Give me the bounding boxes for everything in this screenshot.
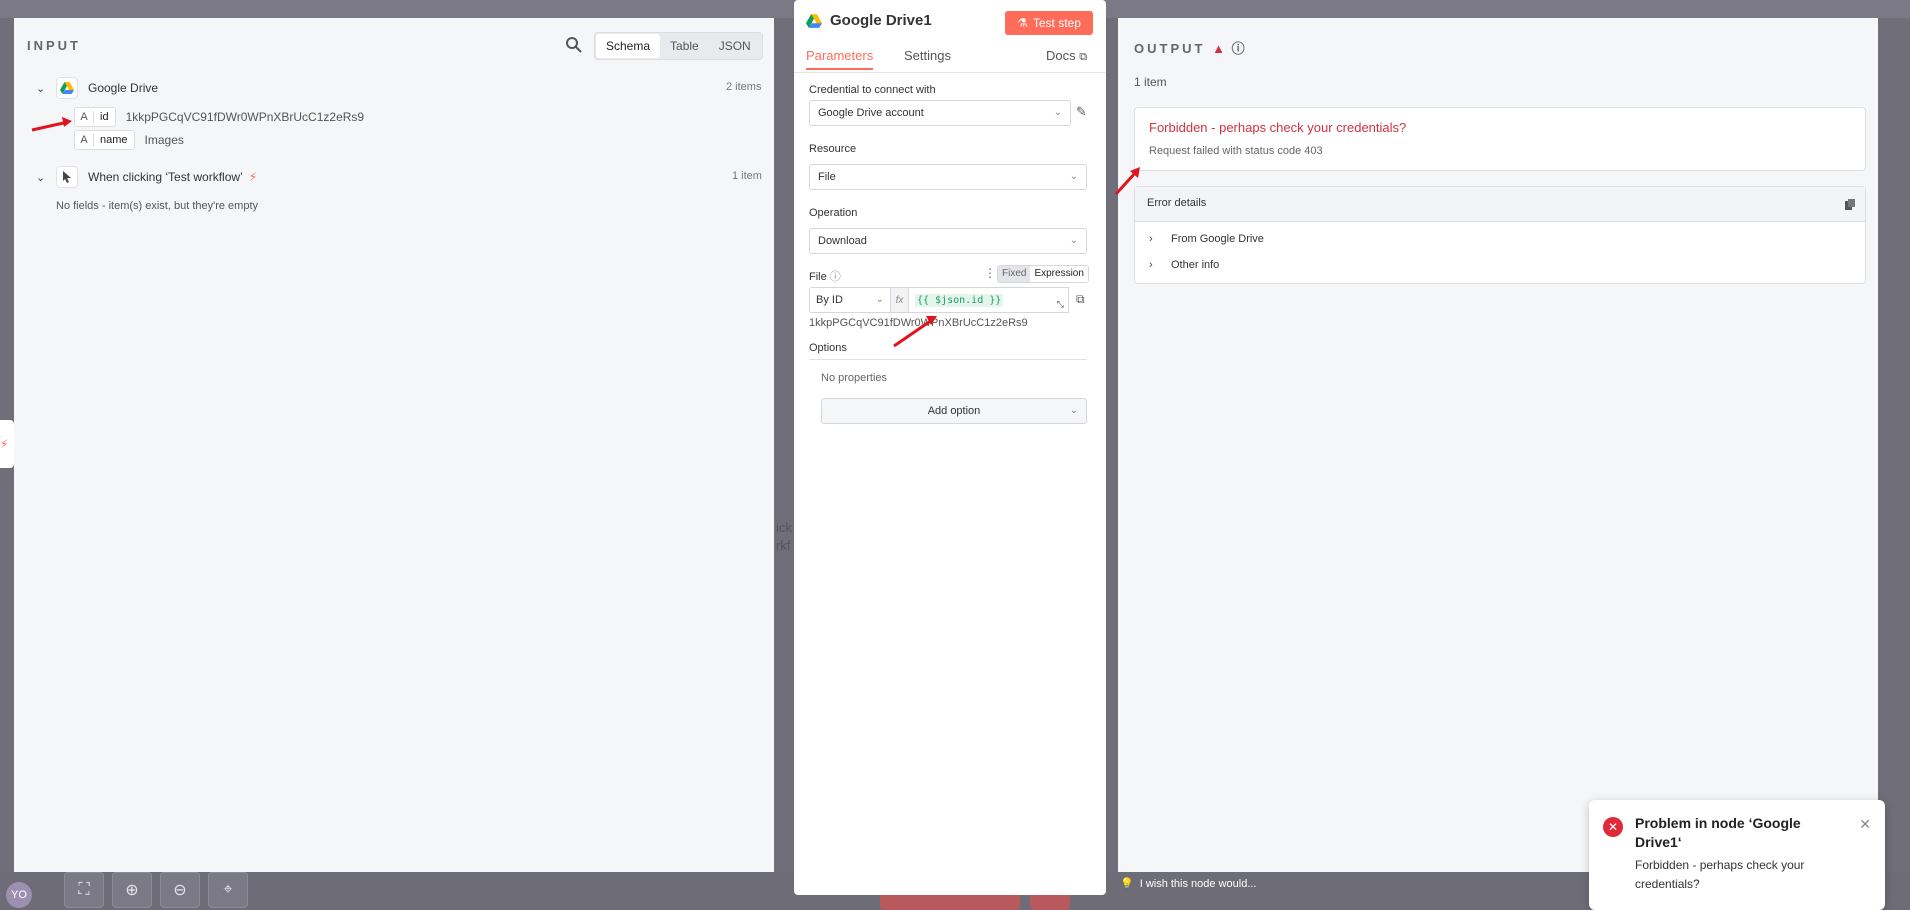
input-panel: INPUT Schema Table JSON ⌄ Google Drive 2… — [14, 18, 774, 872]
fit-view-icon[interactable]: ⛶ — [64, 872, 104, 908]
canvas-ghost-text: ick — [776, 520, 792, 535]
chevron-down-icon: ⌄ — [1069, 235, 1078, 246]
node-settings-panel: Google Drive1 ⚗ Test step Parameters Set… — [794, 0, 1106, 895]
string-type-badge: A id — [74, 107, 116, 127]
tab-parameters[interactable]: Parameters — [806, 48, 874, 70]
error-message: Request failed with status code 403 — [1149, 145, 1323, 157]
chevron-down-icon[interactable]: ⌄ — [36, 171, 48, 184]
test-step-button[interactable]: ⚗ Test step — [1005, 11, 1093, 35]
string-type-badge: A name — [74, 130, 135, 150]
credential-select[interactable]: Google Drive account ⌄ — [809, 100, 1071, 126]
close-icon[interactable]: ✕ — [1859, 816, 1871, 833]
google-drive-icon — [806, 13, 822, 28]
toast-message: Forbidden - perhaps check your credentia… — [1635, 858, 1805, 891]
schema-field-value: 1kkpPGCqVC91fDWr0WPnXBrUcC1z2eRs9 — [125, 110, 365, 124]
resource-label: Resource — [809, 143, 857, 155]
schema-field[interactable]: A id 1kkpPGCqVC91fDWr0WPnXBrUcC1z2eRs9 — [74, 107, 364, 127]
canvas-ghost-text: rkf — [776, 538, 791, 553]
copy-icon[interactable] — [1845, 199, 1855, 210]
error-details: Error details › From Google Drive › Othe… — [1134, 186, 1866, 284]
schema-field-value: Images — [144, 133, 184, 147]
tab-table[interactable]: Table — [660, 34, 709, 58]
chevron-down-icon: ⌄ — [1053, 107, 1062, 118]
tidy-up-icon[interactable]: ⌖ — [208, 872, 248, 908]
search-icon[interactable] — [564, 35, 584, 55]
node-tabs: Parameters Settings Docs ⧉ — [794, 42, 1106, 73]
empty-fields-note: No fields - item(s) exist, but they're e… — [56, 200, 258, 212]
pencil-icon[interactable]: ✎ — [1076, 104, 1087, 120]
avatar[interactable]: YO — [6, 882, 32, 908]
schema-node-count: 1 item — [732, 170, 762, 182]
details-row-other-info[interactable]: › Other info — [1149, 259, 1219, 271]
mode-expression[interactable]: Expression — [1030, 266, 1088, 282]
schema-node-name: Google Drive — [88, 81, 159, 95]
canvas-left-tab[interactable]: ⚡ — [0, 420, 14, 468]
add-option-button[interactable]: Add option ⌄ — [821, 398, 1087, 424]
file-label: File ⓘ — [809, 271, 841, 283]
schema-field[interactable]: A name Images — [74, 130, 184, 150]
error-icon: ✕ — [1603, 817, 1623, 837]
output-panel-title: OUTPUT ▲ ⓘ — [1134, 41, 1245, 56]
details-row-google-drive[interactable]: › From Google Drive — [1149, 233, 1264, 245]
lightbulb-icon: 💡 — [1120, 878, 1134, 890]
expression-result: 1kkpPGCqVC91fDWr0WPnXBrUcC1z2eRs9 — [809, 317, 1028, 329]
node-header: Google Drive1 — [806, 12, 932, 29]
tab-schema[interactable]: Schema — [596, 34, 661, 58]
chevron-right-icon: › — [1149, 259, 1153, 271]
operation-label: Operation — [809, 207, 858, 219]
schema-node-google-drive[interactable]: ⌄ Google Drive — [36, 77, 158, 99]
error-details-header: Error details — [1135, 187, 1865, 222]
more-options-icon[interactable]: ⋮ — [984, 266, 996, 280]
error-box: Forbidden - perhaps check your credentia… — [1134, 107, 1866, 171]
view-mode-tabs: Schema Table JSON — [594, 32, 763, 60]
tab-settings[interactable]: Settings — [904, 48, 951, 63]
help-icon[interactable]: ⓘ — [830, 271, 841, 283]
divider — [809, 359, 1087, 360]
error-toast: ✕ Problem in node ‘Google Drive1‘ Forbid… — [1589, 800, 1885, 910]
info-icon[interactable]: ⓘ — [1232, 41, 1245, 56]
flask-icon: ⚗ — [1017, 16, 1028, 30]
chevron-down-icon: ⌄ — [875, 294, 884, 305]
docs-link[interactable]: Docs ⧉ — [1046, 48, 1087, 64]
error-title: Forbidden - perhaps check your credentia… — [1149, 120, 1407, 135]
fx-icon: fx — [891, 287, 909, 313]
node-title[interactable]: Google Drive1 — [830, 12, 932, 29]
file-mode-select[interactable]: By ID ⌄ — [809, 287, 891, 313]
options-title: Options — [809, 342, 847, 354]
input-panel-title: INPUT — [27, 38, 81, 53]
file-id-expression-input[interactable]: {{ $json.id }} ⤡ — [909, 287, 1069, 313]
no-properties-text: No properties — [821, 372, 888, 384]
fixed-expression-toggle[interactable]: Fixed Expression — [997, 265, 1089, 283]
schema-node-name: When clicking ‘Test workflow’ — [88, 170, 243, 184]
operation-select[interactable]: Download ⌄ — [809, 228, 1087, 254]
output-items-count: 1 item — [1134, 75, 1167, 89]
output-panel: OUTPUT ▲ ⓘ 1 item Forbidden - perhaps ch… — [1118, 18, 1878, 872]
cursor-icon — [56, 166, 78, 188]
google-drive-icon — [56, 77, 78, 99]
lightning-icon: ⚡ — [248, 170, 258, 184]
tab-json[interactable]: JSON — [709, 34, 761, 58]
feedback-link[interactable]: 💡 I wish this node would... — [1120, 877, 1257, 891]
expand-icon[interactable]: ⤡ — [1057, 300, 1064, 310]
resource-select[interactable]: File ⌄ — [809, 164, 1087, 190]
external-link-icon: ⧉ — [1079, 51, 1088, 63]
chevron-down-icon: ⌄ — [1069, 405, 1078, 416]
error-details-title: Error details — [1147, 197, 1207, 209]
chevron-right-icon: › — [1149, 233, 1153, 245]
zoom-out-icon[interactable]: ⊖ — [160, 872, 200, 908]
mode-fixed[interactable]: Fixed — [998, 266, 1031, 282]
chevron-down-icon: ⌄ — [1069, 171, 1078, 182]
warning-icon: ▲ — [1212, 41, 1225, 56]
schema-node-count: 2 items — [726, 81, 762, 93]
file-id-row: By ID ⌄ fx {{ $json.id }} ⤡ — [809, 287, 1069, 313]
toast-title: Problem in node ‘Google Drive1‘ — [1635, 815, 1801, 850]
zoom-in-icon[interactable]: ⊕ — [112, 872, 152, 908]
schema-node-trigger[interactable]: ⌄ When clicking ‘Test workflow’ ⚡ — [36, 166, 257, 188]
chevron-down-icon[interactable]: ⌄ — [36, 82, 48, 95]
open-external-icon[interactable]: ⧉ — [1076, 292, 1085, 307]
credential-label: Credential to connect with — [809, 84, 936, 96]
